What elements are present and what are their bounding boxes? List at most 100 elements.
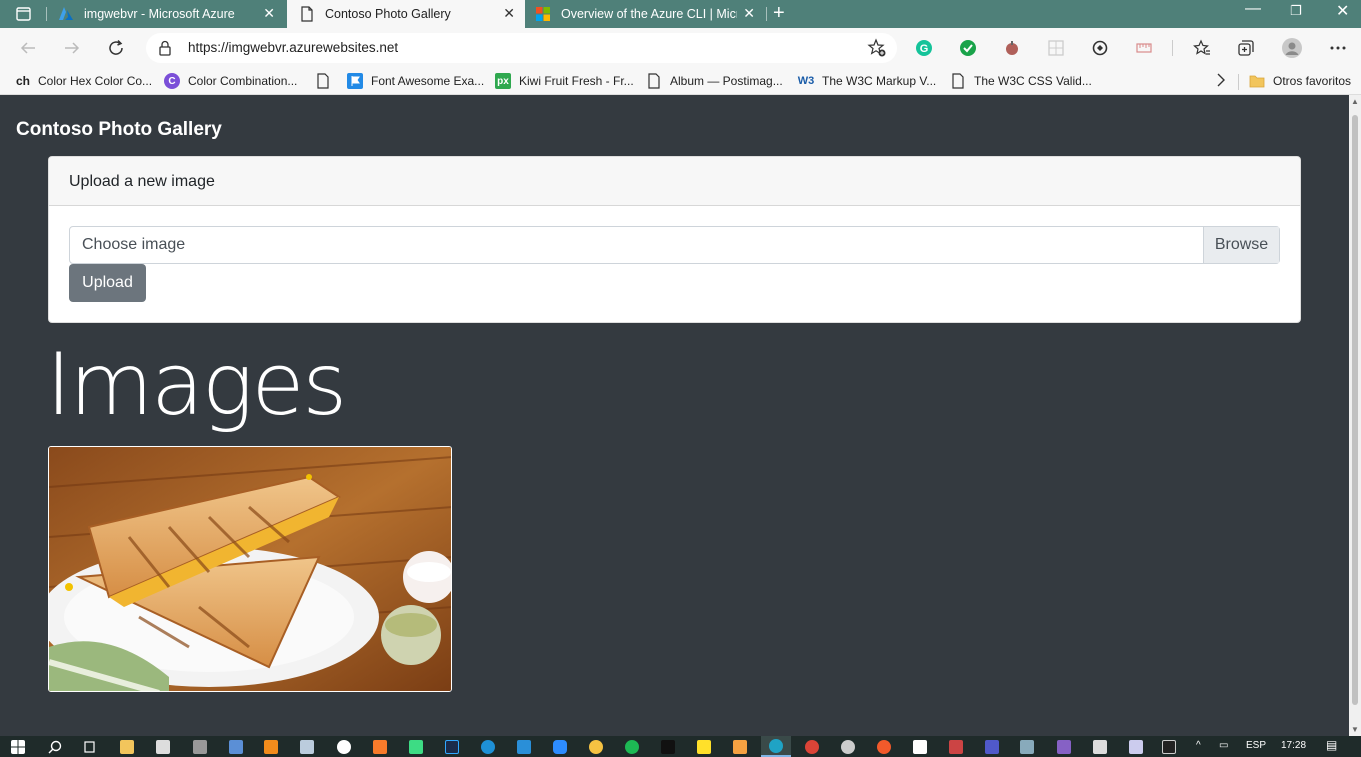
favorites-icon[interactable] bbox=[1192, 38, 1212, 58]
git-app-icon[interactable] bbox=[949, 740, 963, 754]
cube-app-icon[interactable] bbox=[300, 740, 314, 754]
tray-chevron-icon[interactable]: ^ bbox=[1196, 740, 1201, 751]
postman-icon[interactable] bbox=[877, 740, 891, 754]
zoom-icon[interactable] bbox=[553, 740, 567, 754]
virtualbox-icon[interactable] bbox=[229, 740, 243, 754]
search-icon[interactable] bbox=[48, 740, 62, 754]
folder-app-icon[interactable] bbox=[733, 740, 747, 754]
app-icon[interactable] bbox=[193, 740, 207, 754]
add-favorite-icon[interactable] bbox=[867, 38, 887, 58]
tab-azure-cli[interactable]: Overview of the Azure CLI | Micro ✕ bbox=[527, 0, 765, 28]
more-bookmarks-chevron-icon[interactable] bbox=[1215, 72, 1227, 88]
bookmark-color-hex[interactable]: ch Color Hex Color Co... bbox=[14, 73, 152, 89]
cmd-icon[interactable] bbox=[1162, 740, 1176, 754]
bookmark-label: Color Hex Color Co... bbox=[38, 74, 153, 88]
visual-studio-icon[interactable] bbox=[1057, 740, 1071, 754]
bookmark-w3c-css[interactable]: The W3C CSS Valid... bbox=[950, 73, 1092, 89]
pexels-icon: px bbox=[495, 73, 511, 89]
collections-icon[interactable] bbox=[1236, 38, 1256, 58]
new-tab-icon[interactable]: + bbox=[773, 2, 785, 25]
notepad-icon[interactable] bbox=[1129, 740, 1143, 754]
settings-menu-icon[interactable] bbox=[1328, 38, 1348, 58]
free-app-icon[interactable] bbox=[697, 740, 711, 754]
forward-icon[interactable] bbox=[60, 36, 84, 60]
close-icon[interactable]: ✕ bbox=[503, 5, 515, 22]
window-close-icon[interactable]: ✕ bbox=[1336, 1, 1349, 21]
color-hex-icon: ch bbox=[15, 74, 30, 88]
language-indicator[interactable]: ESP bbox=[1246, 740, 1266, 751]
xampp-icon[interactable] bbox=[373, 740, 387, 754]
bookmark-label: Otros favoritos bbox=[1273, 74, 1352, 88]
task-view-icon[interactable] bbox=[82, 740, 96, 754]
ruler-extension-icon[interactable] bbox=[1134, 38, 1154, 58]
bookmark-font-awesome[interactable]: Font Awesome Exa... bbox=[347, 73, 484, 89]
windows-start-icon[interactable] bbox=[11, 740, 25, 754]
bookmarks-divider bbox=[1238, 74, 1239, 90]
restore-icon[interactable]: ❐ bbox=[1290, 3, 1302, 19]
typora-icon[interactable] bbox=[913, 740, 927, 754]
checkmark-extension-icon[interactable] bbox=[958, 38, 978, 58]
refresh-icon[interactable] bbox=[104, 36, 128, 60]
clock[interactable]: 17:28 bbox=[1281, 740, 1306, 751]
browse-button[interactable]: Browse bbox=[1203, 227, 1279, 263]
grid-extension-icon[interactable] bbox=[1046, 38, 1066, 58]
android-studio-icon[interactable] bbox=[409, 740, 423, 754]
color-combination-icon: C bbox=[164, 73, 180, 89]
page-icon bbox=[317, 73, 329, 89]
teams-icon[interactable] bbox=[985, 740, 999, 754]
battery-icon[interactable]: ▭ bbox=[1219, 740, 1228, 751]
app-icon[interactable] bbox=[841, 740, 855, 754]
skype-icon[interactable] bbox=[481, 740, 495, 754]
bookmark-color-combination[interactable]: C Color Combination... bbox=[164, 73, 297, 89]
choose-image-file-input[interactable]: Choose image Browse bbox=[69, 226, 1280, 264]
sync-extension-icon[interactable] bbox=[1090, 38, 1110, 58]
folder-icon bbox=[1249, 75, 1265, 88]
other-favorites-folder[interactable]: Otros favoritos bbox=[1249, 73, 1351, 89]
address-bar-row: https://imgwebvr.azurewebsites.net G bbox=[0, 28, 1361, 68]
scroll-up-icon[interactable]: ▲ bbox=[1351, 97, 1359, 106]
back-icon[interactable] bbox=[16, 36, 40, 60]
tab-actions-icon[interactable] bbox=[12, 5, 34, 23]
bookmark-album[interactable]: Album — Postimag... bbox=[646, 73, 783, 89]
tab-contoso-photo-gallery[interactable]: Contoso Photo Gallery ✕ bbox=[287, 0, 525, 28]
scroll-down-icon[interactable]: ▼ bbox=[1351, 725, 1359, 734]
document-app-icon[interactable] bbox=[1093, 740, 1107, 754]
emoji-app-icon[interactable] bbox=[337, 740, 351, 754]
sublime-text-icon[interactable] bbox=[264, 740, 278, 754]
page-icon bbox=[301, 6, 313, 22]
tab-azure[interactable]: imgwebvr - Microsoft Azure ✕ bbox=[48, 0, 285, 28]
notifications-icon[interactable]: ▤ bbox=[1326, 738, 1337, 752]
page-scrollbar[interactable]: ▲ ▼ bbox=[1349, 95, 1361, 736]
profile-avatar-icon[interactable] bbox=[1282, 38, 1302, 58]
bookmark-w3c-markup[interactable]: W3 The W3C Markup V... bbox=[798, 73, 937, 89]
tab-bar: imgwebvr - Microsoft Azure ✕ Contoso Pho… bbox=[0, 0, 1361, 28]
upload-card: Upload a new image Choose image Browse U… bbox=[48, 156, 1301, 323]
azure-icon bbox=[59, 7, 73, 20]
store-icon[interactable] bbox=[156, 740, 170, 754]
bookmark-kiwi-fruit[interactable]: px Kiwi Fruit Fresh - Fr... bbox=[495, 73, 634, 89]
close-icon[interactable]: ✕ bbox=[263, 5, 275, 22]
spotify-icon[interactable] bbox=[625, 740, 639, 754]
grammarly-icon[interactable]: G bbox=[914, 38, 934, 58]
terminal-app-icon[interactable] bbox=[661, 740, 675, 754]
page-icon bbox=[648, 73, 660, 89]
edge-taskbar-active[interactable] bbox=[761, 736, 791, 757]
chrome-icon[interactable] bbox=[805, 740, 819, 754]
tab-title: imgwebvr - Microsoft Azure bbox=[84, 7, 235, 21]
gallery-image-sandwich[interactable] bbox=[48, 446, 452, 692]
upload-button[interactable]: Upload bbox=[69, 264, 146, 302]
navbar-brand[interactable]: Contoso Photo Gallery bbox=[16, 119, 222, 141]
bookmark-label: The W3C CSS Valid... bbox=[974, 74, 1092, 88]
bookmark-blank-page[interactable] bbox=[315, 73, 339, 89]
coin-app-icon[interactable] bbox=[589, 740, 603, 754]
close-icon[interactable]: ✕ bbox=[743, 5, 755, 22]
file-explorer-icon[interactable] bbox=[120, 740, 134, 754]
scrollbar-thumb[interactable] bbox=[1352, 115, 1358, 705]
vscode-icon[interactable] bbox=[517, 740, 531, 754]
minimize-icon[interactable]: — bbox=[1245, 0, 1261, 18]
tomato-extension-icon[interactable] bbox=[1002, 38, 1022, 58]
photoshop-icon[interactable] bbox=[445, 740, 459, 754]
toolbar-divider bbox=[1172, 40, 1173, 56]
url-input[interactable]: https://imgwebvr.azurewebsites.net bbox=[146, 33, 897, 63]
app-icon[interactable] bbox=[1020, 740, 1034, 754]
